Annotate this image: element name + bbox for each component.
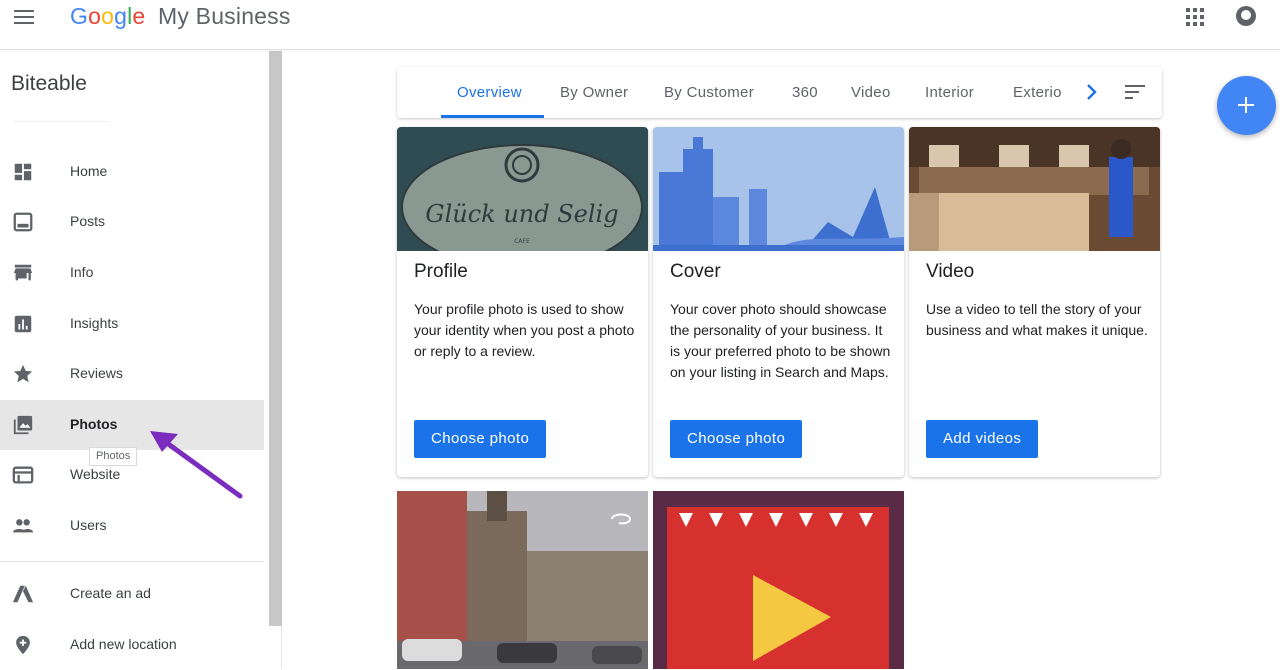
sidebar-item-label: Users: [70, 517, 107, 533]
sidebar-item-label: Info: [70, 264, 94, 280]
sidebar-item-add-location[interactable]: Add new location: [0, 620, 264, 670]
card-title: Cover: [670, 261, 721, 282]
posts-icon: [13, 212, 33, 232]
profile-logo-subtext: CAFE: [514, 238, 530, 245]
sidebar-divider: [0, 561, 264, 562]
bar-chart-icon: [14, 315, 32, 333]
product-name: My Business: [158, 3, 291, 29]
sidebar-item-label: Create an ad: [70, 585, 151, 601]
tab-interior[interactable]: Interior: [925, 84, 974, 101]
add-photo-fab-button[interactable]: [1217, 76, 1276, 135]
sidebar-item-reviews[interactable]: Reviews: [0, 349, 264, 399]
card-description: Your cover photo should showcase the per…: [670, 301, 891, 380]
tab-overview[interactable]: Overview: [457, 84, 522, 101]
card-description: Your profile photo is used to show your …: [414, 301, 635, 359]
tab-exterior[interactable]: Exterio: [1013, 84, 1062, 101]
sidebar-item-label: Posts: [70, 213, 106, 229]
google-my-business-logo[interactable]: Google My Business: [70, 3, 291, 30]
sidebar-item-label: Reviews: [70, 365, 123, 381]
apps-grid-icon[interactable]: [1186, 8, 1204, 26]
photos-tooltip: Photos: [89, 447, 138, 466]
chevron-right-icon[interactable]: [1084, 83, 1100, 101]
sidebar-item-users[interactable]: Users: [0, 501, 264, 551]
video-shop-image: [909, 127, 1160, 251]
profile-photo-card: Glück und Selig CAFE Profile Your profil…: [397, 127, 648, 477]
tab-video[interactable]: Video: [851, 84, 891, 101]
people-icon: [12, 519, 34, 533]
google-ads-icon: [12, 585, 34, 603]
sidebar: Biteable Home Posts Info Insights Review…: [0, 51, 282, 669]
tab-by-customer[interactable]: By Customer: [664, 84, 754, 101]
annotation-arrow: [150, 431, 243, 499]
tab-by-owner[interactable]: By Owner: [560, 84, 628, 101]
sidebar-item-label: Photos: [70, 416, 118, 432]
profile-photo-image: Glück und Selig CAFE: [397, 127, 648, 251]
profile-logo-text: Glück und Selig: [425, 200, 618, 228]
add-videos-button[interactable]: Add videos: [926, 420, 1039, 458]
web-icon: [12, 466, 34, 484]
hamburger-menu-icon[interactable]: [12, 5, 36, 29]
star-icon: [13, 364, 33, 383]
location-pin-icon: [16, 635, 30, 655]
sort-filter-icon[interactable]: [1125, 85, 1145, 101]
sidebar-item-home[interactable]: Home: [0, 147, 264, 197]
sidebar-item-insights[interactable]: Insights: [0, 299, 264, 349]
sidebar-item-create-ad[interactable]: Create an ad: [0, 569, 264, 619]
sidebar-item-label: Home: [70, 163, 108, 179]
choose-cover-photo-button[interactable]: Choose photo: [670, 420, 803, 458]
tab-360[interactable]: 360: [792, 84, 818, 101]
business-name: Biteable: [11, 72, 87, 95]
video-card: Video Use a video to tell the story of y…: [909, 127, 1160, 477]
360-street-view-thumbnail[interactable]: [397, 491, 648, 669]
sidebar-scrollbar[interactable]: [269, 51, 282, 626]
sidebar-item-posts[interactable]: Posts: [0, 197, 264, 247]
cover-photo-card: Cover Your cover photo should showcase t…: [653, 127, 904, 477]
sidebar-item-label: Website: [70, 466, 121, 482]
card-title: Profile: [414, 261, 468, 282]
sidebar-item-label: Insights: [70, 315, 119, 331]
card-title: Video: [926, 261, 975, 282]
sidebar-item-label: Add new location: [70, 636, 177, 652]
dashboard-icon: [14, 163, 32, 181]
storefront-icon: [13, 264, 33, 281]
video-play-thumbnail[interactable]: [653, 491, 904, 669]
notifications-bell-icon[interactable]: [1236, 6, 1256, 26]
cover-illustration: [653, 127, 904, 251]
active-tab-indicator: [441, 115, 544, 118]
choose-profile-photo-button[interactable]: Choose photo: [414, 420, 547, 458]
card-description: Use a video to tell the story of your bu…: [926, 301, 1148, 338]
sidebar-item-info[interactable]: Info: [0, 248, 264, 298]
top-app-bar: Google My Business: [0, 0, 1280, 50]
photo-library-icon: [13, 415, 33, 435]
business-divider: [14, 121, 109, 131]
